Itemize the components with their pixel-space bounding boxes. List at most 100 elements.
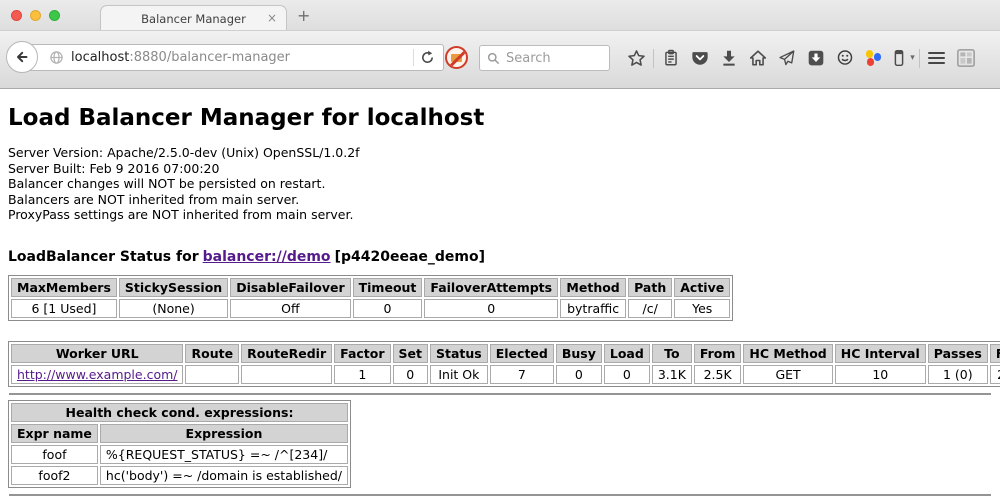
column-header: Passes [928,344,988,363]
url-host: localhost [71,50,129,65]
toolbar-divider [653,49,654,68]
cell-hc-method: GET [743,365,832,384]
column-header: Expr name [11,424,98,443]
page-content: Load Balancer Manager for localhost Serv… [0,105,1000,496]
loadbalancer-status-heading: LoadBalancer Status forbalancer://demo[p… [8,249,992,265]
title-bar: Balancer Manager × + [0,0,1000,30]
tab-title: Balancer Manager [141,12,246,26]
status-suffix: [p4420eeae_demo] [335,249,485,265]
cell-status: Init Ok [430,365,488,384]
video-download-helper-button[interactable] [801,44,830,72]
table-title-row: Health check cond. expressions: [11,403,348,422]
new-tab-button[interactable]: + [297,8,310,24]
column-header: MaxMembers [11,278,117,297]
cell-from: 2.5K [694,365,742,384]
cell-expr-name: foof [11,445,98,464]
column-header: Elected [490,344,554,363]
fullscreen-window-button[interactable] [49,10,60,21]
cell-worker-url: http://www.example.com/ [11,365,183,384]
column-header: Fails [990,344,1000,363]
cell-routeredir [241,365,332,384]
column-header: Expression [100,424,348,443]
cell-stickysession: (None) [119,299,228,318]
balancers-notice-line: Balancers are NOT inherited from main se… [8,192,992,208]
url-bar[interactable]: localhost:8880/balancer-manager [24,44,444,71]
cell-active: Yes [674,299,730,318]
cell-expr-name: foof2 [11,466,98,485]
column-header: Timeout [353,278,423,297]
navigation-toolbar: localhost:8880/balancer-manager Search [0,30,1000,89]
column-header: Load [604,344,650,363]
menu-button[interactable] [922,44,951,72]
cell-method: bytraffic [560,299,626,318]
table-row: 6 [1 Used] (None) Off 0 0 bytraffic /c/ … [11,299,730,318]
urlbar-divider [413,49,414,66]
container-extension-button[interactable]: ▾ [888,44,917,72]
feedback-smiley-button[interactable] [830,44,859,72]
home-button[interactable] [743,44,772,72]
column-header: Method [560,278,626,297]
cell-hc-interval: 10 [835,365,926,384]
minimize-window-button[interactable] [30,10,41,21]
close-window-button[interactable] [11,10,22,21]
worker-table: Worker URL Route RouteRedir Factor Set S… [8,341,1000,387]
column-header: StickySession [119,278,228,297]
worker-url-link[interactable]: http://www.example.com/ [17,367,177,382]
health-table-title: Health check cond. expressions: [11,403,348,422]
proxypass-notice-line: ProxyPass settings are NOT inherited fro… [8,207,992,223]
cell-fails: 2 (0) [990,365,1000,384]
cell-elected: 7 [490,365,554,384]
reading-list-button[interactable] [656,44,685,72]
search-placeholder: Search [506,51,551,66]
bookmark-star-button[interactable] [622,44,651,72]
back-arrow-icon [14,49,30,65]
colored-dots-extension-button[interactable] [859,44,888,72]
cell-load: 0 [604,365,650,384]
cell-factor: 1 [334,365,390,384]
column-header: Route [185,344,239,363]
search-icon [487,52,500,65]
server-info: Server Version: Apache/2.5.0-dev (Unix) … [8,145,992,223]
toolbar-buttons: ▾ [622,43,980,73]
column-header: Active [674,278,730,297]
cell-path: /c/ [628,299,672,318]
cell-failoverattempts: 0 [424,299,558,318]
tab-groups-button[interactable] [951,44,980,72]
cell-maxmembers: 6 [1 Used] [11,299,117,318]
cell-to: 3.1K [652,365,692,384]
table-row: foof2 hc('body') =~ /domain is establish… [11,466,348,485]
pocket-button[interactable] [685,44,714,72]
cell-busy: 0 [556,365,602,384]
column-header: Worker URL [11,344,183,363]
browser-tab[interactable]: Balancer Manager × [100,5,287,31]
browser-window: Balancer Manager × + localhost:8880/bala… [0,0,1000,491]
column-header: FailoverAttempts [424,278,558,297]
table-row: http://www.example.com/ 1 0 Init Ok 7 0 … [11,365,1000,384]
balancer-demo-link[interactable]: balancer://demo [203,249,331,265]
persist-notice-line: Balancer changes will NOT be persisted o… [8,176,992,192]
page-bottom-divider [9,494,991,496]
tab-close-icon[interactable]: × [267,11,277,25]
cell-timeout: 0 [353,299,423,318]
reload-button[interactable] [420,50,435,65]
cell-set: 0 [393,365,428,384]
table-header-row: Expr name Expression [11,424,348,443]
url-path: :8880/balancer-manager [129,50,290,65]
toolbar-divider [919,49,920,68]
search-bar[interactable]: Search [479,45,610,71]
column-header: Status [430,344,488,363]
section-divider [9,393,991,395]
server-built-line: Server Built: Feb 9 2016 07:00:20 [8,161,992,177]
column-header: HC Interval [835,344,926,363]
column-header: Path [628,278,672,297]
downloads-button[interactable] [714,44,743,72]
cell-passes: 1 (0) [928,365,988,384]
page-title: Load Balancer Manager for localhost [8,105,992,131]
chevron-down-icon[interactable]: ▾ [910,53,915,63]
column-header: From [694,344,742,363]
send-page-button[interactable] [772,44,801,72]
health-check-table: Health check cond. expressions: Expr nam… [8,400,351,488]
column-header: HC Method [743,344,832,363]
plugin-blocked-icon[interactable] [445,46,468,69]
back-button[interactable] [6,41,38,73]
